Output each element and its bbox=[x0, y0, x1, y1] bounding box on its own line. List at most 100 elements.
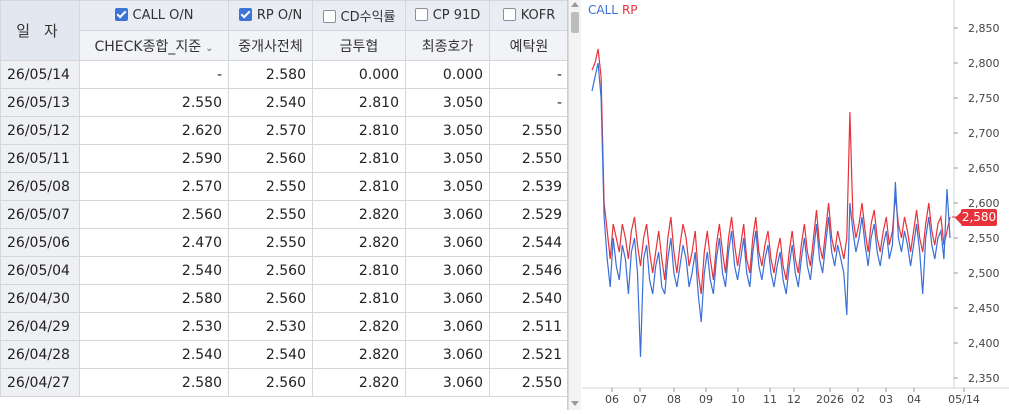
row-date-cell: 26/04/27 bbox=[0, 368, 80, 397]
group-header-call[interactable]: CALL O/N bbox=[79, 0, 229, 31]
table-row[interactable]: 26/05/07 2.560 2.550 2.820 3.060 2.529 bbox=[0, 200, 567, 229]
y-tick-label: 2,500 bbox=[968, 267, 1000, 280]
scroll-down-icon[interactable] bbox=[571, 401, 579, 406]
group-header-cp[interactable]: CP 91D bbox=[405, 0, 490, 31]
call-checkbox[interactable] bbox=[114, 8, 128, 21]
table-row[interactable]: 26/05/13 2.550 2.540 2.810 3.050- bbox=[0, 88, 567, 117]
x-tick-label: 10 bbox=[731, 393, 745, 406]
rate-cell: 2.530 bbox=[79, 312, 229, 341]
rate-cell: 2.560 bbox=[228, 256, 313, 285]
rate-grid: 일자 CALL O/N RP O/N CD수익률 CP 91D KOFR CHE… bbox=[0, 0, 567, 397]
legend-call: CALL bbox=[588, 3, 618, 17]
table-row[interactable]: 26/05/11 2.590 2.560 2.810 3.050 2.550 bbox=[0, 144, 567, 173]
chevron-down-icon[interactable]: ⌄ bbox=[205, 43, 213, 54]
rate-cell: 2.550 bbox=[228, 200, 313, 229]
x-tick-label: 2026 bbox=[816, 393, 844, 406]
rate-cell: 2.546 bbox=[489, 256, 567, 285]
kofr-label: KOFR bbox=[520, 8, 556, 23]
rate-cell: 2.820 bbox=[312, 312, 406, 341]
rate-cell: 2.810 bbox=[312, 88, 406, 117]
row-date-cell: 26/05/08 bbox=[0, 172, 80, 201]
row-date-cell: 26/05/07 bbox=[0, 200, 80, 229]
group-header-kofr[interactable]: KOFR bbox=[489, 0, 567, 31]
group-header-rp[interactable]: RP O/N bbox=[228, 0, 313, 31]
table-row[interactable]: 26/05/06 2.470 2.550 2.820 3.060 2.544 bbox=[0, 228, 567, 257]
rate-cell: 2.550 bbox=[489, 144, 567, 173]
rate-cell: 2.539 bbox=[489, 172, 567, 201]
table-row[interactable]: 26/04/28 2.540 2.540 2.820 3.060 2.521 bbox=[0, 340, 567, 369]
rate-cell: 2.810 bbox=[312, 256, 406, 285]
rate-cell: 2.540 bbox=[489, 284, 567, 313]
rate-cell: 2.820 bbox=[312, 228, 406, 257]
rate-cell: 2.570 bbox=[79, 172, 229, 201]
x-tick-label: 07 bbox=[633, 393, 647, 406]
x-tick-label: 05/14 bbox=[948, 393, 980, 406]
cd-checkbox[interactable] bbox=[322, 10, 336, 23]
y-tick-label: 2,650 bbox=[968, 162, 1000, 175]
kofr-checkbox[interactable] bbox=[502, 8, 516, 21]
table-row[interactable]: 26/04/30 2.580 2.560 2.810 3.060 2.540 bbox=[0, 284, 567, 313]
table-row[interactable]: 26/05/12 2.620 2.570 2.810 3.050 2.550 bbox=[0, 116, 567, 145]
rate-cell: 2.540 bbox=[79, 256, 229, 285]
call-label: CALL O/N bbox=[132, 8, 194, 23]
row-date-cell: 26/05/13 bbox=[0, 88, 80, 117]
legend-rp: RP bbox=[621, 3, 638, 17]
rate-cell: 2.820 bbox=[312, 200, 406, 229]
rate-cell: 2.470 bbox=[79, 228, 229, 257]
series-line-rp bbox=[591, 48, 951, 295]
cp-checkbox[interactable] bbox=[414, 8, 428, 21]
table-row[interactable]: 26/05/04 2.540 2.560 2.810 3.060 2.546 bbox=[0, 256, 567, 285]
rate-cell: 2.550 bbox=[489, 368, 567, 397]
rate-cell: 2.560 bbox=[79, 200, 229, 229]
table-row[interactable]: 26/05/14-2.580 0.000 0.000- bbox=[0, 60, 567, 89]
rate-cell: 2.529 bbox=[489, 200, 567, 229]
rate-cell: 2.810 bbox=[312, 284, 406, 313]
rate-cell: 2.580 bbox=[79, 284, 229, 313]
date-column-header[interactable]: 일자 bbox=[0, 0, 80, 61]
current-value-badge: 2,580 bbox=[955, 208, 997, 226]
cp-label: CP 91D bbox=[432, 8, 481, 23]
row-date-cell: 26/05/14 bbox=[0, 60, 80, 89]
call-source-label: CHECK종합_지준 bbox=[94, 38, 202, 55]
y-tick-label: 2,350 bbox=[968, 372, 1000, 385]
rate-cell: 2.820 bbox=[312, 368, 406, 397]
rate-cell: 3.050 bbox=[405, 116, 490, 145]
x-tick-label: 04 bbox=[907, 393, 921, 406]
rate-cell: 2.530 bbox=[228, 312, 313, 341]
y-tick-label: 2,850 bbox=[968, 22, 1000, 35]
rate-cell: 2.544 bbox=[489, 228, 567, 257]
table-row[interactable]: 26/04/29 2.530 2.530 2.820 3.060 2.511 bbox=[0, 312, 567, 341]
scroll-thumb[interactable] bbox=[571, 12, 579, 33]
kofr-source-header: 예탁원 bbox=[489, 30, 567, 61]
rate-cell: 2.620 bbox=[79, 116, 229, 145]
group-header-cd[interactable]: CD수익률 bbox=[312, 0, 406, 31]
rate-cell: 0.000 bbox=[405, 60, 490, 89]
row-date-cell: 26/04/28 bbox=[0, 340, 80, 369]
rate-cell: 3.060 bbox=[405, 284, 490, 313]
cp-source-header: 최종호가 bbox=[405, 30, 490, 61]
rate-cell: 2.550 bbox=[79, 88, 229, 117]
rp-checkbox[interactable] bbox=[238, 8, 252, 21]
chart-canvas: 2,8502,8002,7502,7002,6502,6002,5502,500… bbox=[582, 0, 1009, 406]
cd-source-header: 금투협 bbox=[312, 30, 406, 61]
y-tick-label: 2,400 bbox=[968, 337, 1000, 350]
rate-cell: 3.050 bbox=[405, 88, 490, 117]
rate-cell: 2.560 bbox=[228, 368, 313, 397]
rate-cell: 2.540 bbox=[228, 88, 313, 117]
vertical-scrollbar[interactable] bbox=[568, 0, 581, 410]
rate-cell: 3.060 bbox=[405, 228, 490, 257]
x-tick-label: 09 bbox=[699, 393, 713, 406]
rate-cell: 2.810 bbox=[312, 144, 406, 173]
rate-table: 일자 CALL O/N RP O/N CD수익률 CP 91D KOFR CHE… bbox=[0, 0, 568, 410]
rate-cell: 2.820 bbox=[312, 340, 406, 369]
rate-cell: 2.521 bbox=[489, 340, 567, 369]
table-row[interactable]: 26/05/08 2.570 2.550 2.810 3.050 2.539 bbox=[0, 172, 567, 201]
x-tick-label: 03 bbox=[879, 393, 893, 406]
call-source-select[interactable]: CHECK종합_지준 ⌄ bbox=[79, 30, 229, 61]
scroll-up-icon[interactable] bbox=[571, 2, 579, 7]
table-row[interactable]: 26/04/27 2.580 2.560 2.820 3.060 2.550 bbox=[0, 368, 567, 397]
x-tick-label: 12 bbox=[787, 393, 801, 406]
row-date-cell: 26/04/29 bbox=[0, 312, 80, 341]
rate-cell: 2.580 bbox=[228, 60, 313, 89]
rate-cell: 2.550 bbox=[228, 228, 313, 257]
